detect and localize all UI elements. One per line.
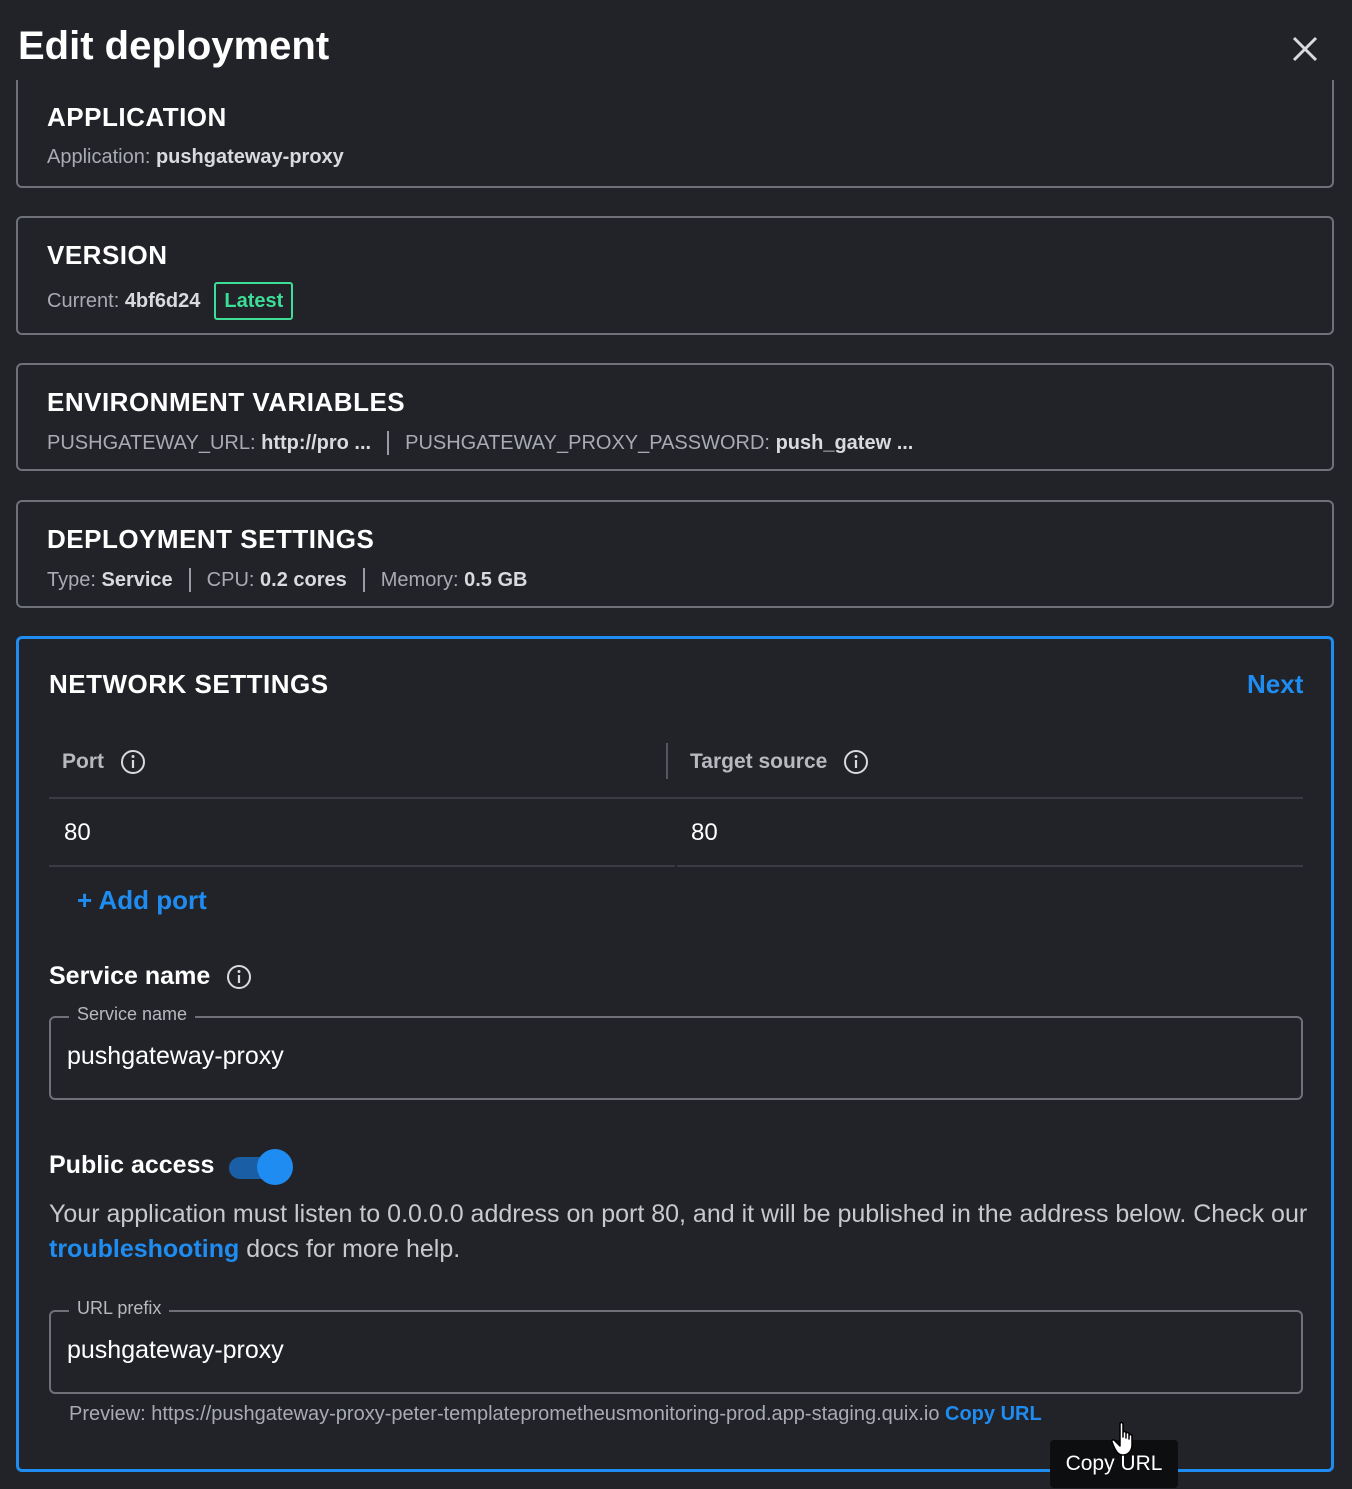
target-source-column-header: Target source <box>690 749 869 775</box>
port-column-header: Port <box>62 749 146 775</box>
close-icon <box>1292 36 1318 62</box>
setting-key: CPU: <box>206 568 255 591</box>
application-value: pushgateway-proxy <box>155 146 344 168</box>
setting-value: 0.5 GB <box>464 568 528 591</box>
service-name-field[interactable]: Service name pushgateway-proxy <box>49 1004 1303 1100</box>
application-card[interactable]: APPLICATION Application: pushgateway-pro… <box>16 80 1334 188</box>
toggle-knob <box>257 1149 293 1185</box>
url-preview: Preview: https://pushgateway-proxy-peter… <box>69 1403 1042 1426</box>
application-label: Application: <box>47 146 151 168</box>
next-button[interactable]: Next <box>1247 669 1303 700</box>
application-summary: Application: pushgateway-proxy <box>47 146 344 169</box>
env-vars-summary: PUSHGATEWAY_URL: http://pro ... PUSHGATE… <box>47 431 913 455</box>
version-label: Current: <box>47 289 120 312</box>
setting-key: Memory: <box>380 568 459 591</box>
public-access-description: Your application must listen to 0.0.0.0 … <box>49 1197 1309 1267</box>
network-settings-heading: NETWORK SETTINGS <box>49 669 329 699</box>
divider <box>362 568 365 592</box>
port-header-label: Port <box>62 750 104 773</box>
add-port-button[interactable]: + Add port <box>77 885 207 916</box>
column-divider <box>666 743 668 779</box>
version-value: 4bf6d24 <box>124 289 201 312</box>
description-text: Your application must listen to 0.0.0.0 … <box>49 1200 1308 1228</box>
version-heading: VERSION <box>47 240 168 270</box>
dialog-header: Edit deployment <box>0 0 1352 92</box>
env-vars-heading: ENVIRONMENT VARIABLES <box>47 387 406 417</box>
close-button[interactable] <box>1286 30 1324 68</box>
service-name-legend: Service name <box>69 1004 196 1025</box>
env-var-key: PUSHGATEWAY_URL: <box>47 431 256 454</box>
table-header-divider <box>49 797 1303 799</box>
deployment-settings-card[interactable]: DEPLOYMENT SETTINGS Type: Service CPU: 0… <box>16 500 1334 608</box>
dialog-title: Edit deployment <box>18 24 330 68</box>
deployment-settings-heading: DEPLOYMENT SETTINGS <box>47 524 375 554</box>
service-name-label-text: Service name <box>49 962 211 990</box>
divider <box>188 568 191 592</box>
info-icon[interactable] <box>843 749 869 775</box>
env-var-value: http://pro ... <box>261 431 372 454</box>
network-settings-card: NETWORK SETTINGS Next Port Target source… <box>16 636 1334 1472</box>
info-icon[interactable] <box>226 964 252 990</box>
url-prefix-legend: URL prefix <box>69 1298 170 1319</box>
table-row-divider <box>49 865 675 867</box>
deployment-settings-summary: Type: Service CPU: 0.2 cores Memory: 0.5… <box>47 568 527 592</box>
url-prefix-input-value[interactable]: pushgateway-proxy <box>67 1336 284 1365</box>
setting-value: 0.2 cores <box>260 568 347 591</box>
setting-key: Type: <box>47 568 96 591</box>
version-card[interactable]: VERSION Current: 4bf6d24 Latest <box>16 216 1334 335</box>
env-vars-card[interactable]: ENVIRONMENT VARIABLES PUSHGATEWAY_URL: h… <box>16 363 1334 471</box>
description-text-end: docs for more help. <box>239 1235 461 1263</box>
setting-value: Service <box>101 568 173 591</box>
env-var-value: push_gatew ... <box>775 431 914 454</box>
latest-badge: Latest <box>214 282 294 320</box>
target-source-cell[interactable]: 80 <box>691 819 718 847</box>
divider <box>387 431 390 455</box>
public-access-label: Public access <box>49 1151 215 1179</box>
table-row-divider <box>677 865 1303 867</box>
service-name-label: Service name <box>49 962 252 991</box>
port-cell[interactable]: 80 <box>64 819 91 847</box>
target-source-header-label: Target source <box>690 750 828 773</box>
public-access-toggle[interactable] <box>229 1147 293 1187</box>
service-name-input-value[interactable]: pushgateway-proxy <box>67 1042 284 1071</box>
application-heading: APPLICATION <box>47 102 227 132</box>
hand-cursor-icon <box>1111 1421 1133 1456</box>
url-prefix-field[interactable]: URL prefix pushgateway-proxy <box>49 1298 1303 1394</box>
copy-url-link[interactable]: Copy URL <box>945 1403 1042 1425</box>
env-var-key: PUSHGATEWAY_PROXY_PASSWORD: <box>405 431 770 454</box>
troubleshooting-link[interactable]: troubleshooting <box>49 1235 239 1263</box>
info-icon[interactable] <box>120 749 146 775</box>
version-summary: Current: 4bf6d24 Latest <box>47 282 294 320</box>
url-preview-text: Preview: https://pushgateway-proxy-peter… <box>69 1403 940 1425</box>
